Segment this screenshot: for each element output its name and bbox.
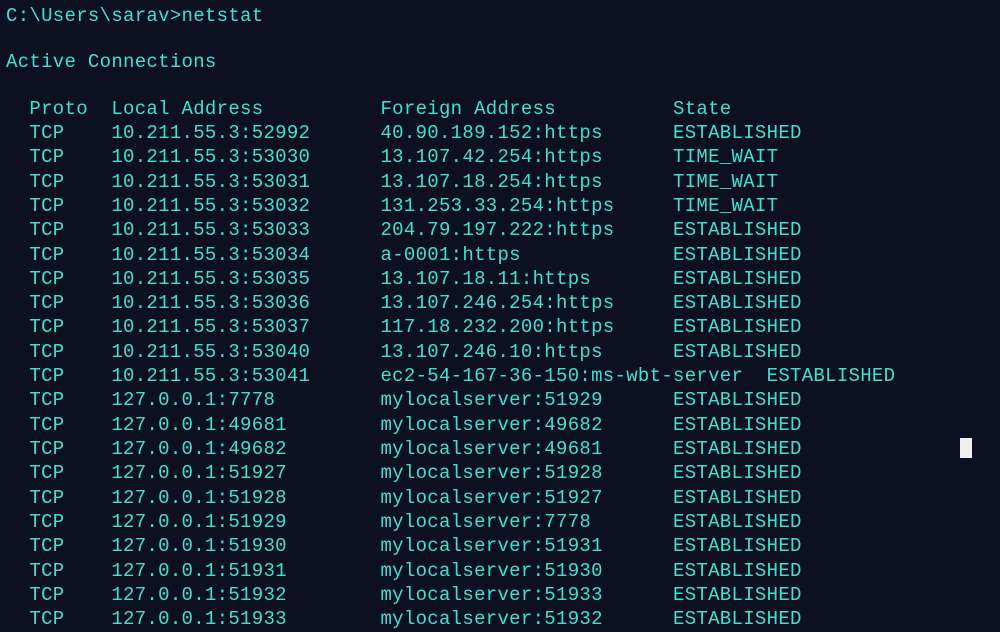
table-row: TCP 10.211.55.3:53036 13.107.246.254:htt… <box>6 291 994 315</box>
table-row: TCP 127.0.0.1:51931 mylocalserver:51930 … <box>6 559 994 583</box>
table-row: TCP 127.0.0.1:51928 mylocalserver:51927 … <box>6 486 994 510</box>
table-row: TCP 10.211.55.3:53041 ec2-54-167-36-150:… <box>6 364 994 388</box>
netstat-output: Proto Local Address Foreign Address Stat… <box>6 97 994 632</box>
table-row: TCP 10.211.55.3:53034 a-0001:https ESTAB… <box>6 243 994 267</box>
table-row: TCP 10.211.55.3:53037 117.18.232.200:htt… <box>6 315 994 339</box>
table-row: TCP 127.0.0.1:51927 mylocalserver:51928 … <box>6 461 994 485</box>
table-row: TCP 10.211.55.3:52992 40.90.189.152:http… <box>6 121 994 145</box>
table-row: TCP 127.0.0.1:49681 mylocalserver:49682 … <box>6 413 994 437</box>
table-row: TCP 10.211.55.3:53030 13.107.42.254:http… <box>6 145 994 169</box>
table-row: TCP 127.0.0.1:49682 mylocalserver:49681 … <box>6 437 994 461</box>
table-row: TCP 10.211.55.3:53040 13.107.246.10:http… <box>6 340 994 364</box>
table-row: TCP 127.0.0.1:7778 mylocalserver:51929 E… <box>6 388 994 412</box>
terminal-cursor <box>960 438 972 458</box>
command-prompt-line: C:\Users\sarav>netstat <box>6 4 994 28</box>
table-row: TCP 10.211.55.3:53033 204.79.197.222:htt… <box>6 218 994 242</box>
table-row: TCP 10.211.55.3:53035 13.107.18.11:https… <box>6 267 994 291</box>
table-row: TCP 10.211.55.3:53031 13.107.18.254:http… <box>6 170 994 194</box>
table-row: TCP 127.0.0.1:51930 mylocalserver:51931 … <box>6 534 994 558</box>
table-row: TCP 10.211.55.3:53032 131.253.33.254:htt… <box>6 194 994 218</box>
table-row: TCP 127.0.0.1:51933 mylocalserver:51932 … <box>6 607 994 631</box>
table-row: TCP 127.0.0.1:51932 mylocalserver:51933 … <box>6 583 994 607</box>
active-connections-header: Active Connections <box>6 50 994 74</box>
table-row: TCP 127.0.0.1:51929 mylocalserver:7778 E… <box>6 510 994 534</box>
columns-header: Proto Local Address Foreign Address Stat… <box>6 97 994 121</box>
